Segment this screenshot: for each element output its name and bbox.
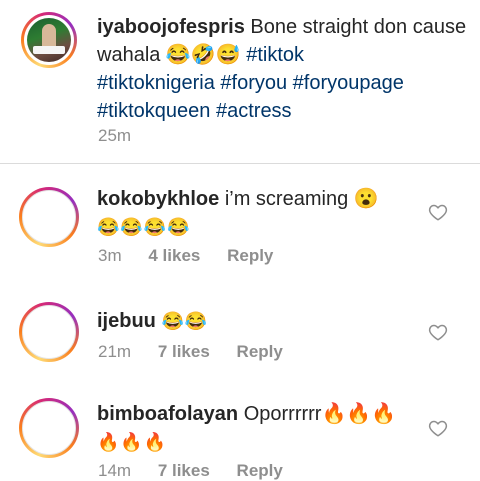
- comment-avatar[interactable]: [19, 398, 79, 458]
- heart-outline-icon[interactable]: [428, 419, 448, 437]
- comment-time: 3m: [98, 246, 122, 265]
- avatar-band: [33, 46, 65, 54]
- comment-meta: 14m 7 likes Reply: [98, 461, 305, 481]
- heart-outline-icon[interactable]: [428, 203, 448, 221]
- hashtag-link[interactable]: #tiktoknigeria #foryou #foryoupage: [97, 72, 404, 94]
- likes-count[interactable]: 7 likes: [158, 342, 210, 361]
- comment-text: kokobykhloe i’m screaming 😮 😂😂😂😂: [97, 185, 417, 241]
- reply-button[interactable]: Reply: [237, 461, 283, 480]
- comment-time: 14m: [98, 461, 132, 480]
- avatar-placeholder: [22, 190, 76, 244]
- comment-body-line2: 🔥🔥🔥: [97, 432, 168, 452]
- comment-username[interactable]: kokobykhloe: [97, 188, 219, 210]
- comment-username[interactable]: bimboafolayan: [97, 403, 238, 425]
- comment-body-line2: 😂😂😂😂: [97, 217, 191, 237]
- likes-count[interactable]: 7 likes: [158, 461, 210, 480]
- comment-body: i’m screaming 😮: [224, 188, 379, 210]
- caption-text: iyaboojofespris Bone straight don cause …: [97, 13, 467, 125]
- avatar-placeholder: [22, 305, 76, 359]
- caption-time: 25m: [98, 126, 132, 145]
- comment-time: 21m: [98, 342, 132, 361]
- comment-avatar[interactable]: [19, 187, 79, 247]
- caption-username[interactable]: iyaboojofespris: [97, 16, 245, 38]
- comment-text: ijebuu 😂😂: [97, 307, 417, 335]
- comment-meta: 3m 4 likes Reply: [98, 246, 295, 266]
- likes-count[interactable]: 4 likes: [148, 246, 200, 265]
- caption-meta: 25m: [98, 126, 153, 146]
- comment-body: Oporrrrrr🔥🔥🔥: [243, 403, 397, 425]
- reply-button[interactable]: Reply: [237, 342, 283, 361]
- avatar-photo: [27, 18, 71, 62]
- heart-outline-icon[interactable]: [428, 323, 448, 341]
- post-caption: iyaboojofespris Bone straight don cause …: [0, 0, 480, 162]
- hashtag-link[interactable]: #tiktokqueen #actress: [97, 100, 292, 122]
- comment-username[interactable]: ijebuu: [97, 310, 156, 332]
- comment-body: 😂😂: [161, 311, 209, 331]
- comment-text: bimboafolayan Oporrrrrr🔥🔥🔥 🔥🔥🔥: [97, 400, 417, 456]
- avatar-border: [24, 15, 74, 65]
- avatar-placeholder: [22, 401, 76, 455]
- hashtag-link[interactable]: #tiktok: [246, 44, 304, 66]
- divider: [0, 163, 480, 164]
- caption-avatar[interactable]: [21, 12, 77, 68]
- comment-avatar[interactable]: [19, 302, 79, 362]
- comment-meta: 21m 7 likes Reply: [98, 342, 305, 362]
- reply-button[interactable]: Reply: [227, 246, 273, 265]
